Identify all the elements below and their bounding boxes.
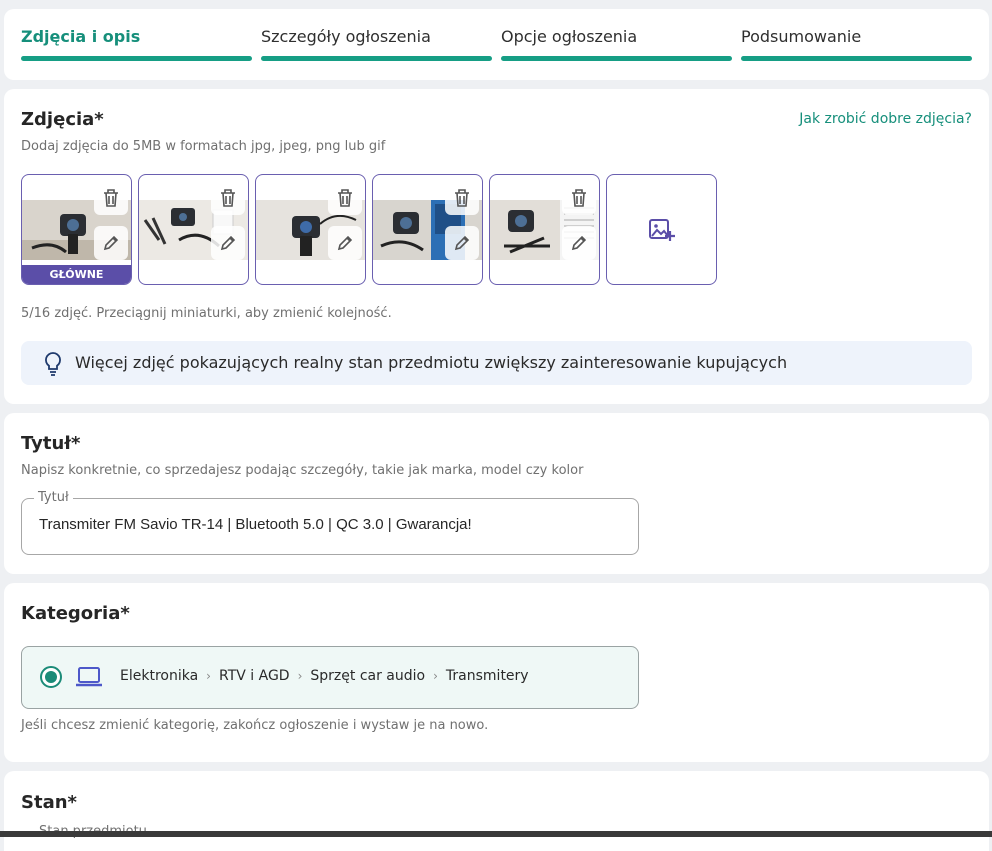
trash-icon <box>221 189 235 207</box>
pencil-icon <box>571 235 587 251</box>
delete-photo-button[interactable] <box>328 181 362 215</box>
section-title: Tytuł* <box>21 433 81 454</box>
breadcrumb-item: Elektronika <box>120 668 199 684</box>
title-field-label: Tytuł <box>34 490 73 505</box>
step-label: Zdjęcia i opis <box>21 27 141 46</box>
step-progress-bar <box>501 56 732 61</box>
condition-section: Stan* Stan przedmiotu <box>4 771 989 851</box>
edit-photo-button[interactable] <box>94 226 128 260</box>
pencil-icon <box>454 235 470 251</box>
breadcrumb-item: Sprzęt car audio <box>310 668 426 684</box>
edit-photo-button[interactable] <box>211 226 245 260</box>
delete-photo-button[interactable] <box>562 181 596 215</box>
section-title: Stan* <box>21 792 77 813</box>
photo-count-text: 5/16 zdjęć. Przeciągnij miniaturki, aby … <box>21 306 392 321</box>
pencil-icon <box>337 235 353 251</box>
add-photo-button[interactable] <box>606 174 717 285</box>
chevron-right-icon: › <box>206 669 211 683</box>
title-hint: Napisz konkretnie, co sprzedajesz podają… <box>21 463 584 478</box>
section-title: Zdjęcia* <box>21 109 104 130</box>
trash-icon <box>104 189 118 207</box>
step-label: Szczegóły ogłoszenia <box>261 27 431 46</box>
step-progress-bar <box>741 56 972 61</box>
chevron-right-icon: › <box>297 669 303 683</box>
photo-tips-link[interactable]: Jak zrobić dobre zdjęcia? <box>799 111 972 127</box>
lightbulb-icon <box>41 351 65 381</box>
edit-photo-button[interactable] <box>562 226 596 260</box>
category-breadcrumb: Elektronika › RTV i AGD › Sprzęt car audio › T… <box>120 668 529 684</box>
pencil-icon <box>103 235 119 251</box>
trash-icon <box>338 189 352 207</box>
photo-thumbnail[interactable] <box>138 174 249 285</box>
breadcrumb-item: RTV i AGD <box>218 668 290 684</box>
trash-icon <box>455 189 469 207</box>
category-radio[interactable] <box>40 666 62 688</box>
photo-thumbnail[interactable]: GŁÓWNE <box>21 174 132 285</box>
photos-hint: Dodaj zdjęcia do 5MB w formatach jpg, jp… <box>21 139 386 154</box>
title-section: Tytuł* Napisz konkretnie, co sprzedajesz… <box>4 413 989 574</box>
step-label: Opcje ogłoszenia <box>501 27 638 46</box>
edit-photo-button[interactable] <box>328 226 362 260</box>
main-photo-badge: GŁÓWNE <box>22 265 131 284</box>
step-progress-bar <box>261 56 492 61</box>
category-section: Kategoria* Elektronika › RTV i AGD › Sprzęt … <box>4 583 989 762</box>
category-option[interactable]: Elektronika › RTV i AGD › Sprzęt car audio › T… <box>21 646 639 709</box>
step-label: Podsumowanie <box>741 27 862 46</box>
laptop-icon <box>75 666 103 692</box>
title-input[interactable] <box>39 516 619 533</box>
delete-photo-button[interactable] <box>211 181 245 215</box>
category-hint: Jeśli chcesz zmienić kategorię, zakończ … <box>21 718 489 733</box>
add-image-icon <box>648 218 675 241</box>
photo-thumbnail[interactable] <box>372 174 483 285</box>
photo-thumbnail[interactable] <box>489 174 600 285</box>
title-field[interactable]: Tytuł <box>21 490 639 555</box>
breadcrumb-item: Transmitery <box>445 668 529 684</box>
pencil-icon <box>220 235 236 251</box>
tip-text: Więcej zdjęć pokazujących realny stan pr… <box>75 353 788 372</box>
photo-thumbnail[interactable] <box>255 174 366 285</box>
chevron-right-icon: › <box>433 669 438 683</box>
step-progress-bar <box>21 56 252 61</box>
edit-photo-button[interactable] <box>445 226 479 260</box>
window-bottom-edge <box>0 831 992 837</box>
photos-section: Zdjęcia* Jak zrobić dobre zdjęcia? Dodaj… <box>4 89 989 404</box>
delete-photo-button[interactable] <box>94 181 128 215</box>
section-title: Kategoria* <box>21 603 130 624</box>
trash-icon <box>572 189 586 207</box>
stepper: Zdjęcia i opis Szczegóły ogłoszenia Opcj… <box>4 9 989 80</box>
photo-tip-banner: Więcej zdjęć pokazujących realny stan pr… <box>21 341 972 385</box>
delete-photo-button[interactable] <box>445 181 479 215</box>
